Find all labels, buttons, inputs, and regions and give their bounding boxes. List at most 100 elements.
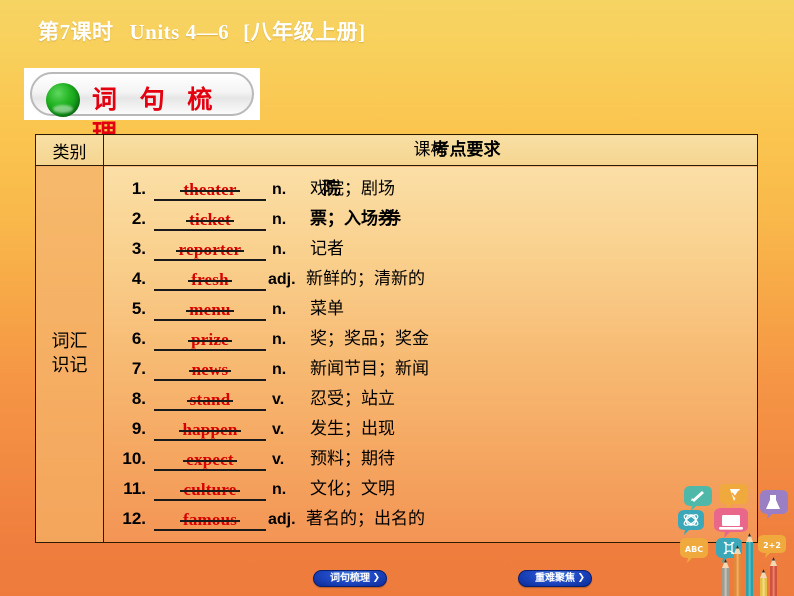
meaning-overlay: 券 <box>384 209 401 229</box>
meaning-overlap-stack: 戏院；剧场院 <box>310 174 395 199</box>
header-requirement-overlay: 考点要求 <box>432 140 501 160</box>
answer-blank: famous <box>154 509 266 531</box>
green-circle-icon <box>46 83 80 117</box>
part-of-speech: n. <box>272 481 287 498</box>
title-grade: [八年级上册] <box>243 20 366 44</box>
title-units: Units 4—6 <box>129 20 230 44</box>
svg-text:ABC: ABC <box>685 545 703 554</box>
word-index: 1. <box>131 179 146 198</box>
page-title: 第7课时 Units 4—6 [八年级上册] <box>38 16 366 46</box>
answer-word: prize <box>191 330 229 349</box>
table-header-row: 类别 课标 考点要求 <box>35 134 758 166</box>
word-index: 6. <box>131 329 146 348</box>
word-row: 11. culture n. 文化；文明 <box>112 474 757 504</box>
word-row: 2. ticket n. 票；入场券券 <box>112 204 757 234</box>
chevron-right-icon: ❯ <box>372 573 380 583</box>
answer-word: stand <box>189 390 231 409</box>
word-index: 7. <box>131 359 146 378</box>
answer-word: famous <box>182 510 238 529</box>
word-meaning: 预料；期待 <box>310 449 395 469</box>
word-meaning: 新闻节目；新闻 <box>310 359 429 379</box>
answer-blank: expect <box>154 449 266 471</box>
word-meaning: 菜单 <box>310 299 344 319</box>
part-of-speech: adj. <box>268 271 296 288</box>
pencil-red-icon <box>770 557 777 596</box>
part-of-speech: n. <box>272 331 287 348</box>
answer-blank: prize <box>154 329 266 351</box>
answer-word: menu <box>189 300 231 319</box>
answer-blank: stand <box>154 389 266 411</box>
answer-word: reporter <box>178 240 242 259</box>
word-meaning: 发生；出现 <box>310 419 395 439</box>
word-row: 8. stand v. 忍受；站立 <box>112 384 757 414</box>
word-row: 12. famous adj. 著名的；出名的 <box>112 504 757 534</box>
word-index: 10. <box>122 449 146 468</box>
chevron-right-icon: ❯ <box>577 573 585 583</box>
word-meaning: 戏院；剧场院 <box>308 174 395 199</box>
part-of-speech: v. <box>272 391 285 408</box>
word-row: 4. fresh adj. 新鲜的；清新的 <box>112 264 757 294</box>
word-row: 5. menu n. 菜单 <box>112 294 757 324</box>
svg-text:2+2: 2+2 <box>763 541 781 550</box>
meaning-overlay: 院 <box>323 179 340 199</box>
nav-right-label: 重难聚焦 <box>535 573 575 584</box>
word-meaning: 著名的；出名的 <box>306 509 425 529</box>
word-index: 9. <box>131 419 146 438</box>
word-index: 3. <box>131 239 146 258</box>
badge-pill: 词 句 梳 理 <box>30 72 254 148</box>
answer-word: culture <box>183 480 237 499</box>
word-row: 7. news n. 新闻节目；新闻 <box>112 354 757 384</box>
meaning-overlap-stack: 票；入场券券 <box>310 204 401 229</box>
word-row: 1. theater n. 戏院；剧场院 <box>112 174 757 204</box>
word-row: 9. happen v. 发生；出现 <box>112 414 757 444</box>
answer-word: news <box>191 360 229 379</box>
header-category: 类别 <box>35 134 104 166</box>
category-line-2: 识记 <box>51 355 88 376</box>
word-index: 2. <box>131 209 146 228</box>
bubble-flask-icon <box>760 490 788 519</box>
part-of-speech: n. <box>272 241 287 258</box>
nav-button-key-focus[interactable]: 重难聚焦 ❯ <box>518 570 592 587</box>
nav-left-label: 词句梳理 <box>330 573 370 584</box>
word-index: 12. <box>122 509 146 528</box>
part-of-speech: n. <box>272 301 287 318</box>
answer-blank: theater <box>154 179 266 201</box>
word-row: 10. expect v. 预料；期待 <box>112 444 757 474</box>
answer-blank: ticket <box>154 209 266 231</box>
word-index: 4. <box>131 269 146 288</box>
part-of-speech: v. <box>272 421 285 438</box>
word-list-cell: 1. theater n. 戏院；剧场院 2. ticket n. 票；入场券券 3. repor… <box>103 165 758 543</box>
answer-blank: news <box>154 359 266 381</box>
word-row: 3. reporter n. 记者 <box>112 234 757 264</box>
word-meaning: 忍受；站立 <box>310 389 395 409</box>
category-line-1: 词汇 <box>51 331 88 352</box>
word-meaning: 新鲜的；清新的 <box>306 269 425 289</box>
answer-blank: reporter <box>154 239 266 261</box>
nav-button-word-review[interactable]: 词句梳理 ❯ <box>313 570 387 587</box>
header-requirement: 课标 考点要求 <box>103 134 758 166</box>
vocabulary-table: 类别 课标 考点要求 词汇 识记 1. theater n. 戏院；剧场院 2. tick… <box>35 134 758 543</box>
header-overlap-stack: 课标 考点要求 <box>414 138 501 162</box>
answer-word: ticket <box>189 210 231 229</box>
table-body-row: 词汇 识记 1. theater n. 戏院；剧场院 2. ticket n. 票；入场券券 3… <box>35 165 758 543</box>
answer-word: happen <box>182 420 238 439</box>
part-of-speech: n. <box>272 211 287 228</box>
answer-blank: menu <box>154 299 266 321</box>
answer-word: fresh <box>191 270 229 289</box>
pencil-yellow-icon <box>760 569 767 596</box>
section-badge: 词 句 梳 理 <box>24 68 260 148</box>
answer-blank: culture <box>154 479 266 501</box>
title-lesson: 第7课时 <box>38 20 114 44</box>
part-of-speech: n. <box>272 181 287 198</box>
word-meaning: 记者 <box>310 239 344 259</box>
answer-blank: fresh <box>154 269 266 291</box>
answer-word: theater <box>183 180 237 199</box>
pencil-orange-icon <box>734 545 741 596</box>
word-meaning: 奖；奖品；奖金 <box>310 329 429 349</box>
word-index: 5. <box>131 299 146 318</box>
part-of-speech: n. <box>272 361 287 378</box>
answer-blank: happen <box>154 419 266 441</box>
part-of-speech: adj. <box>268 511 296 528</box>
word-index: 8. <box>131 389 146 408</box>
answer-word: expect <box>186 450 234 469</box>
